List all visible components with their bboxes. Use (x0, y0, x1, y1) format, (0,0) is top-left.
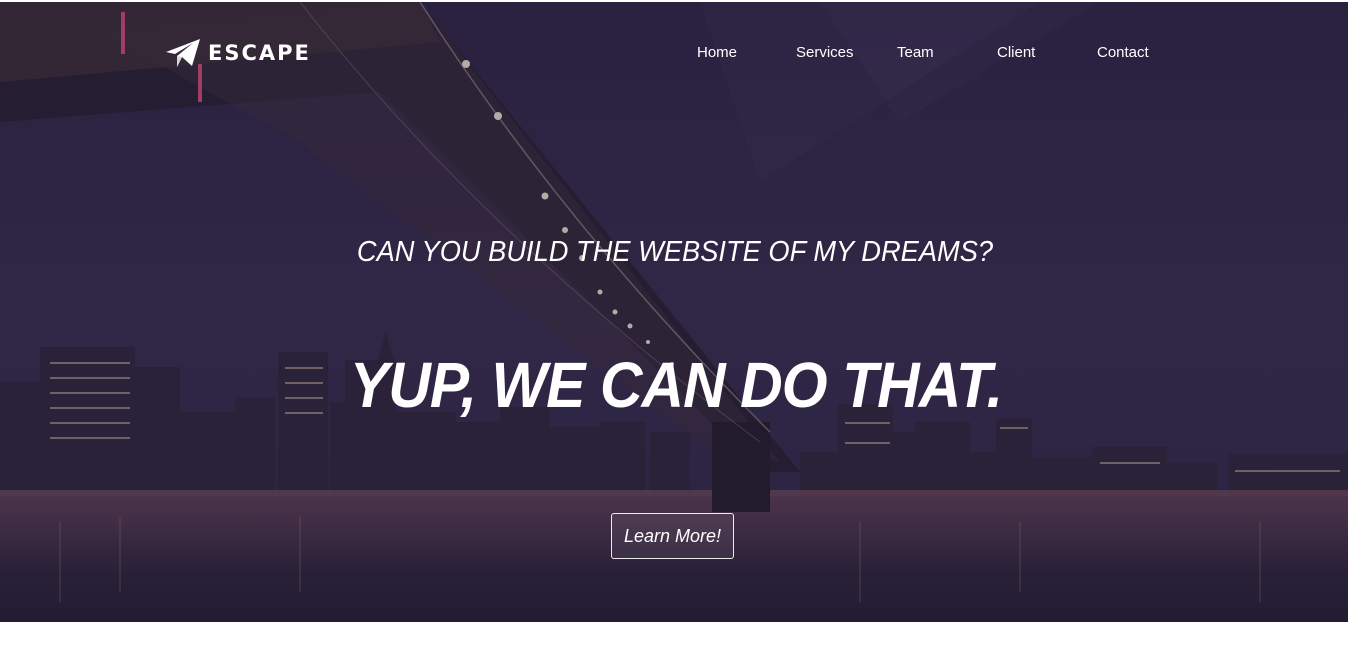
hero-headline: YUP, WE CAN DO THAT. (349, 349, 1003, 421)
brand-name: ESCAPE (208, 41, 311, 65)
hero-section: ESCAPE Home Services Team Client Contact… (0, 2, 1348, 622)
hero-tagline: CAN YOU BUILD THE WEBSITE OF MY DREAMS? (356, 236, 994, 268)
nav-item-team[interactable]: Team (897, 44, 934, 61)
paper-plane-icon (166, 39, 200, 67)
nav-item-contact[interactable]: Contact (1097, 44, 1149, 61)
navbar: ESCAPE Home Services Team Client Contact (0, 2, 1348, 102)
brand-logo[interactable]: ESCAPE (165, 38, 311, 68)
nav-item-client[interactable]: Client (997, 44, 1035, 61)
nav-item-home[interactable]: Home (697, 44, 737, 61)
nav-item-services[interactable]: Services (796, 44, 854, 61)
learn-more-button[interactable]: Learn More! (611, 513, 734, 559)
